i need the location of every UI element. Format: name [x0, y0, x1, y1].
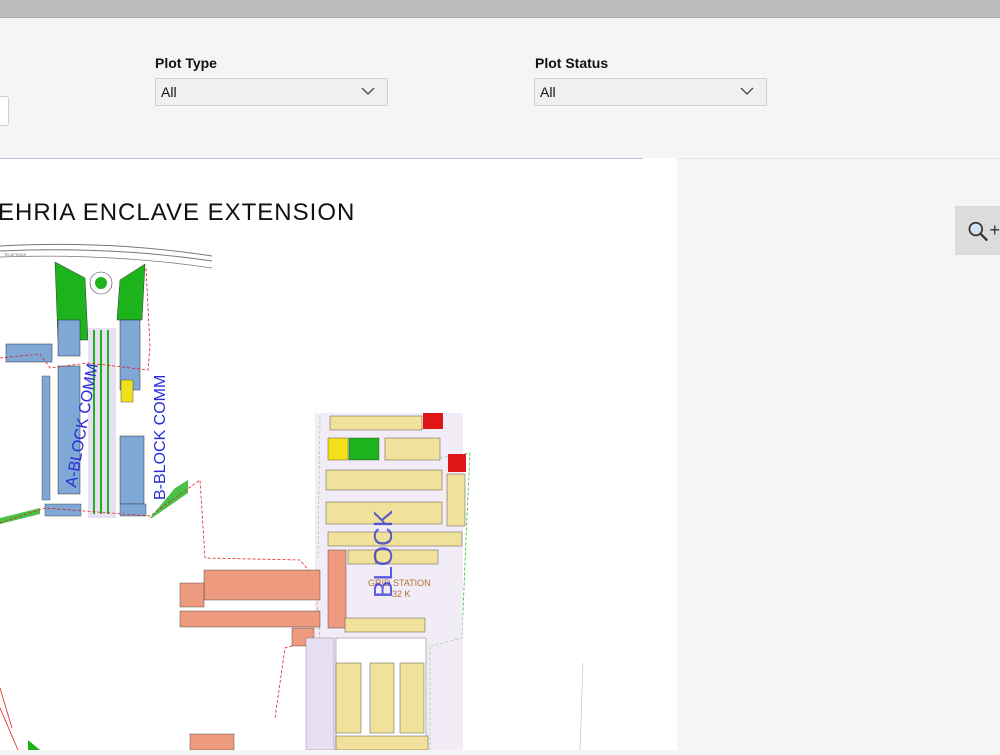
site-plan-map[interactable]: EHRIA ENCLAVE EXTENSION TO ATTOCK A-BLOC… — [0, 158, 643, 751]
zoom-plus-label: + — [989, 220, 1000, 240]
road-line — [0, 687, 19, 751]
chevron-down-icon — [361, 87, 375, 95]
plot-status-select[interactable]: All — [534, 78, 767, 106]
to-attock-label: TO ATTOCK — [4, 252, 27, 257]
filter-panel: Plot Type All Plot Status All — [0, 18, 1000, 159]
plot-status-label: Plot Status — [535, 55, 609, 71]
b-block-label: B-BLOCK COMM — [152, 375, 169, 500]
magnifier-icon — [968, 221, 988, 241]
green-patch — [28, 740, 40, 750]
plot-type-value: All — [161, 84, 177, 100]
map-gutter — [643, 158, 677, 750]
zoom-in-button[interactable]: + — [955, 206, 1000, 255]
orange-plots[interactable] — [179, 569, 335, 751]
map-title: EHRIA ENCLAVE EXTENSION — [0, 199, 355, 226]
plot-type-label: Plot Type — [155, 55, 217, 71]
chevron-down-icon — [740, 87, 754, 95]
highway: TO ATTOCK — [0, 243, 213, 269]
previous-filter-field[interactable] — [0, 96, 9, 126]
plot-status-value: All — [540, 84, 556, 100]
block-label: BLOCK — [368, 509, 398, 598]
outline-line — [579, 662, 584, 751]
site-map-viewer[interactable]: EHRIA ENCLAVE EXTENSION TO ATTOCK A-BLOC… — [0, 158, 645, 751]
window-top-bar — [0, 0, 1000, 18]
plot-type-select[interactable]: All — [155, 78, 388, 106]
